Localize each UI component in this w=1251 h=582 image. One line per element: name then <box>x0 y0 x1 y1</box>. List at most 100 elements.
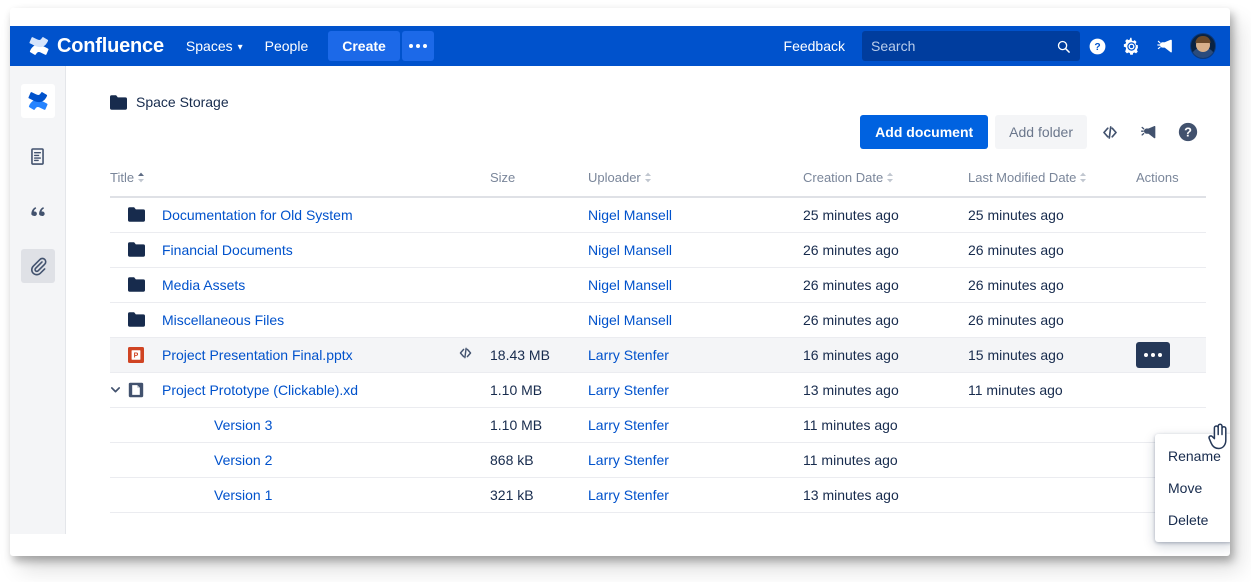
left-rail <box>10 66 66 534</box>
table-row[interactable]: Miscellaneous Files Nigel Mansell 26 minut… <box>110 302 1206 338</box>
column-header-uploader[interactable]: Uploader <box>588 170 803 198</box>
settings-button[interactable] <box>1114 29 1148 63</box>
add-folder-button[interactable]: Add folder <box>995 115 1087 149</box>
rail-item-pages[interactable] <box>21 139 55 173</box>
chevron-down-icon: ▾ <box>237 41 243 53</box>
confluence-brand[interactable]: Confluence <box>28 35 164 57</box>
folder-icon <box>128 312 145 327</box>
row-title-link[interactable]: Version 3 <box>214 417 272 433</box>
chevron-down-icon[interactable] <box>110 384 121 395</box>
cell-actions <box>1136 372 1206 408</box>
nav-item-spaces[interactable]: Spaces ▾ <box>186 38 243 54</box>
table-row[interactable]: Version 2 868 kB Larry Stenfer 11 minutes a… <box>110 442 1206 478</box>
row-creation-date: 11 minutes ago <box>803 416 898 433</box>
table-row[interactable]: Media Assets Nigel Mansell 26 minutes ago 2… <box>110 267 1206 303</box>
megaphone-icon <box>1156 39 1172 52</box>
row-title-link[interactable]: Media Assets <box>162 277 245 293</box>
nav-item-people[interactable]: People <box>265 38 309 54</box>
row-size: 18.43 MB <box>490 346 550 363</box>
create-button[interactable]: Create <box>328 31 400 61</box>
row-actions-wrap <box>1136 341 1170 368</box>
cell-last-modified-date <box>968 407 1136 443</box>
gear-icon <box>1123 37 1138 55</box>
row-uploader-link[interactable]: Nigel Mansell <box>588 277 672 293</box>
code-embed-icon[interactable] <box>456 345 475 361</box>
table-row[interactable]: Documentation for Old System Nigel Mansel… <box>110 197 1206 233</box>
table-row[interactable]: Version 3 1.10 MB Larry Stenfer 11 minutes … <box>110 407 1206 443</box>
row-title-link[interactable]: Project Prototype (Clickable).xd <box>162 382 358 398</box>
menu-item-rename[interactable]: Rename <box>1155 440 1230 472</box>
row-title-link[interactable]: Version 2 <box>214 452 272 468</box>
cell-embed <box>440 372 490 408</box>
announcements-button[interactable] <box>1133 116 1165 148</box>
row-title-link[interactable]: Financial Documents <box>162 242 293 258</box>
top-navigation-bar: Confluence Spaces ▾ People Create Feedba… <box>10 26 1230 66</box>
column-header-last-modified-date[interactable]: Last Modified Date <box>968 170 1136 198</box>
table-row[interactable]: P Project Presentation Final.pptx 18.43 MB… <box>110 337 1206 373</box>
rail-item-blog[interactable] <box>21 194 55 228</box>
ellipsis-icon <box>408 44 427 48</box>
cell-title: Version 1 <box>110 477 440 513</box>
row-size: 868 kB <box>490 451 534 468</box>
create-more-button[interactable] <box>401 31 434 61</box>
cell-last-modified-date: 26 minutes ago <box>968 302 1136 338</box>
help-button[interactable]: ? <box>1080 29 1114 63</box>
row-title-link[interactable]: Version 1 <box>214 487 272 503</box>
add-document-button[interactable]: Add document <box>860 115 989 149</box>
row-actions-button[interactable] <box>1136 341 1170 368</box>
sort-asc-icon <box>137 172 145 183</box>
svg-text:P: P <box>134 352 139 359</box>
row-uploader-link[interactable]: Larry Stenfer <box>588 417 669 433</box>
cell-embed <box>440 197 490 233</box>
row-expand-toggle[interactable] <box>110 384 128 395</box>
help-button-content[interactable]: ? <box>1172 116 1204 148</box>
row-title-link[interactable]: Project Presentation Final.pptx <box>162 347 353 363</box>
confluence-logo-icon <box>27 92 48 110</box>
menu-item-delete[interactable]: Delete <box>1155 504 1230 536</box>
row-uploader-link[interactable]: Nigel Mansell <box>588 207 672 223</box>
folder-icon <box>110 94 127 110</box>
cell-creation-date: 25 minutes ago <box>803 197 968 233</box>
row-uploader-link[interactable]: Nigel Mansell <box>588 242 672 258</box>
table-header-row: Title Size Uploader Creation Date Last M… <box>110 170 1206 198</box>
cell-last-modified-date <box>968 477 1136 513</box>
embed-code-button[interactable] <box>1094 116 1126 148</box>
search-box[interactable] <box>862 31 1080 61</box>
main-content: Space Storage Add document Add folder ? <box>66 66 1230 542</box>
menu-item-move[interactable]: Move <box>1155 472 1230 504</box>
avatar[interactable] <box>1190 33 1216 59</box>
cell-embed <box>440 442 490 478</box>
feedback-link[interactable]: Feedback <box>784 38 845 54</box>
cell-actions <box>1136 267 1206 303</box>
row-title-link[interactable]: Documentation for Old System <box>162 207 353 223</box>
search-icon[interactable] <box>1056 39 1071 54</box>
table-row[interactable]: Financial Documents Nigel Mansell 26 minut… <box>110 232 1206 268</box>
cell-size: 18.43 MB <box>490 337 588 373</box>
search-input[interactable] <box>871 38 1056 54</box>
table-row[interactable]: Project Prototype (Clickable).xd 1.10 MB L… <box>110 372 1206 408</box>
content-toolbar: Add document Add folder ? <box>860 115 1204 149</box>
rail-item-confluence[interactable] <box>20 84 55 118</box>
create-button-group: Create <box>328 31 434 61</box>
notifications-button[interactable] <box>1148 29 1182 63</box>
row-title-link[interactable]: Miscellaneous Files <box>162 312 284 328</box>
row-uploader-link[interactable]: Larry Stenfer <box>588 382 669 398</box>
row-uploader-link[interactable]: Larry Stenfer <box>588 487 669 503</box>
cell-size: 321 kB <box>490 477 588 513</box>
column-header-size[interactable]: Size <box>490 170 588 198</box>
row-last-modified-date: 11 minutes ago <box>968 381 1063 398</box>
row-last-modified-date: 26 minutes ago <box>968 276 1064 293</box>
row-uploader-link[interactable]: Larry Stenfer <box>588 347 669 363</box>
powerpoint-file-icon: P <box>128 346 144 363</box>
row-uploader-link[interactable]: Larry Stenfer <box>588 452 669 468</box>
column-header-creation-date[interactable]: Creation Date <box>803 170 968 198</box>
row-uploader-link[interactable]: Nigel Mansell <box>588 312 672 328</box>
row-creation-date: 26 minutes ago <box>803 311 899 328</box>
storage-table: Title Size Uploader Creation Date Last M… <box>110 170 1206 513</box>
cell-creation-date: 13 minutes ago <box>803 477 968 513</box>
row-file-icon <box>128 242 162 257</box>
column-header-actions: Actions <box>1136 170 1206 198</box>
column-header-title[interactable]: Title <box>110 170 440 198</box>
rail-item-attachments[interactable] <box>20 249 55 283</box>
table-row[interactable]: Version 1 321 kB Larry Stenfer 13 minutes a… <box>110 477 1206 513</box>
